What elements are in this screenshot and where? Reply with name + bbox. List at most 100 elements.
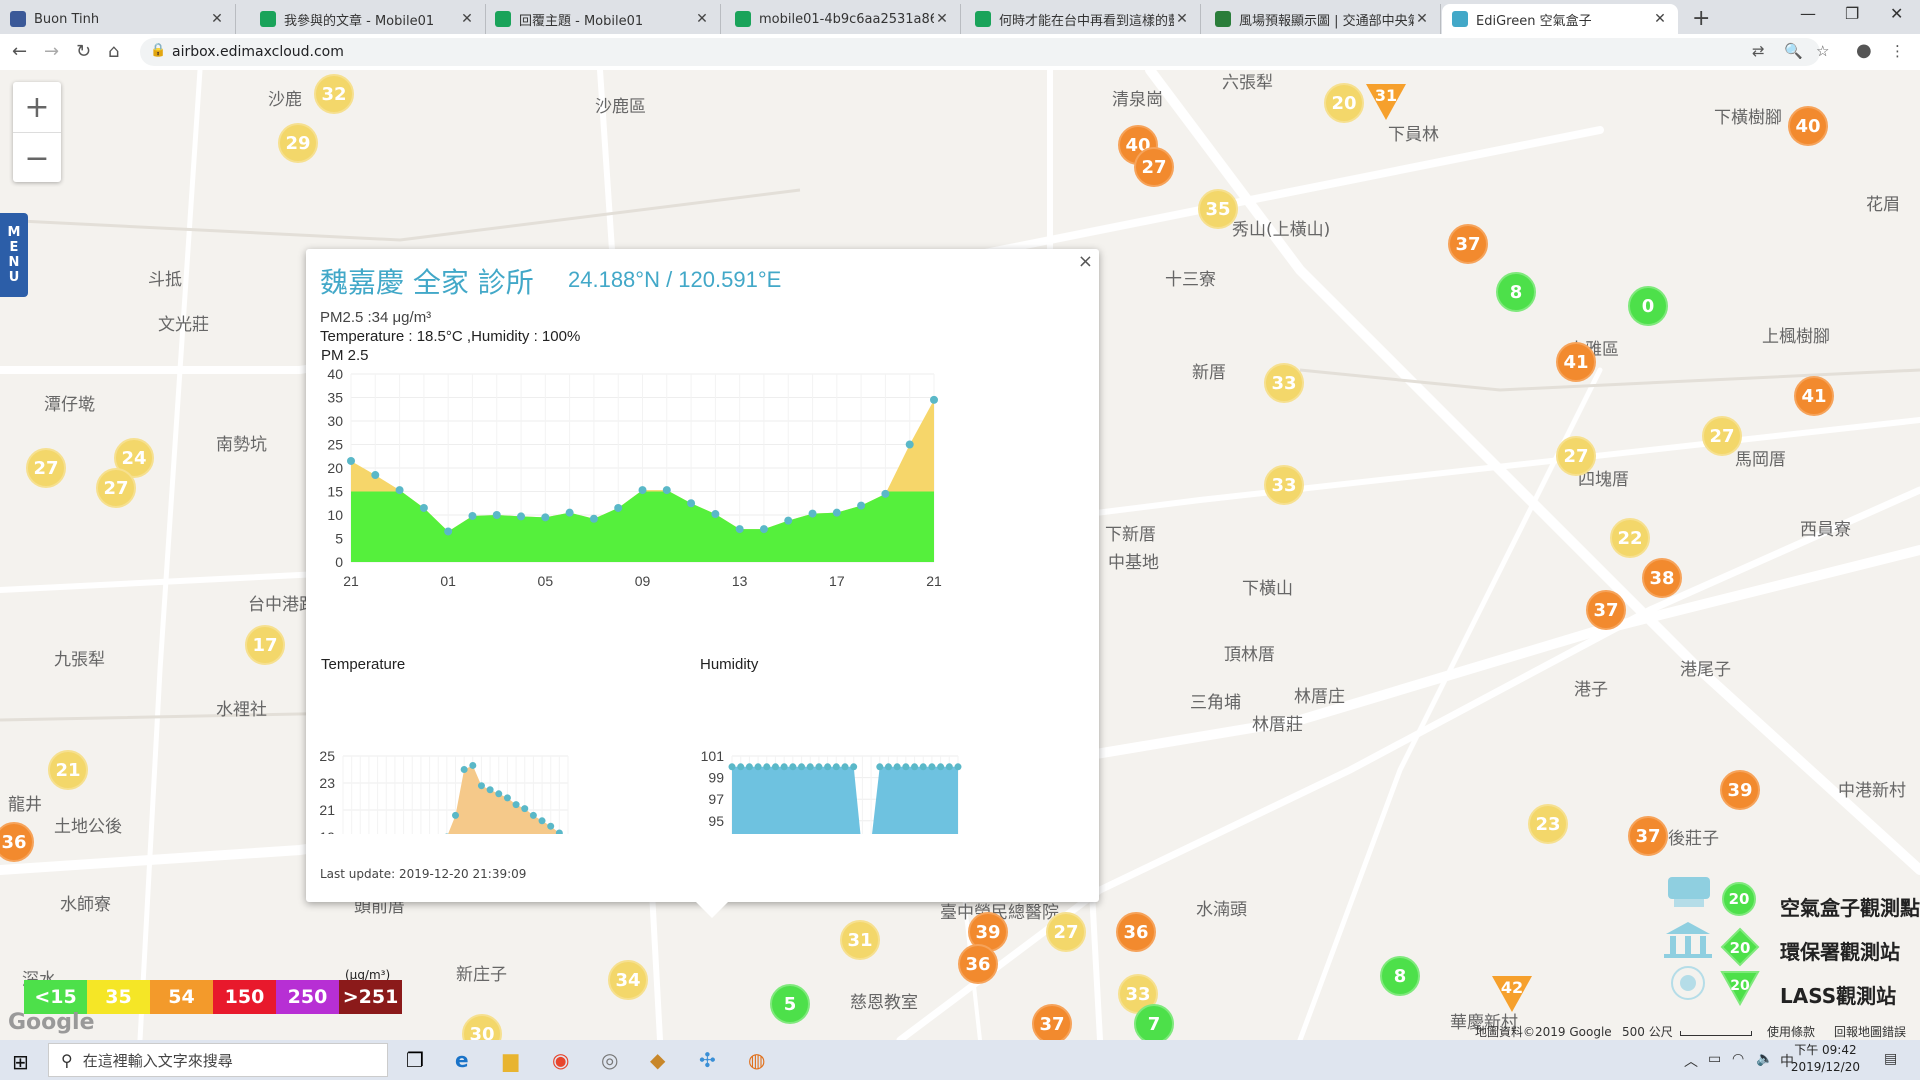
airbox-marker[interactable]: 23 xyxy=(1528,804,1568,844)
menu-tab[interactable]: M E N U xyxy=(0,213,28,297)
file-explorer-icon[interactable]: ▆ xyxy=(503,1048,518,1072)
data-point[interactable] xyxy=(517,512,526,521)
airbox-marker[interactable]: 27 xyxy=(1556,436,1596,476)
airbox-marker[interactable]: 8 xyxy=(1496,272,1536,312)
home-icon[interactable]: ⌂ xyxy=(108,41,119,62)
close-tab-icon[interactable]: ✕ xyxy=(459,11,475,27)
airbox-marker[interactable]: 32 xyxy=(314,74,354,114)
minimize-icon[interactable]: — xyxy=(1800,4,1816,23)
edge-icon[interactable]: e xyxy=(455,1048,469,1072)
data-point[interactable] xyxy=(905,440,914,449)
data-point[interactable] xyxy=(780,763,788,771)
airbox-marker[interactable]: 34 xyxy=(608,960,648,1000)
data-point[interactable] xyxy=(919,763,927,771)
lass-marker[interactable]: 42 xyxy=(1492,976,1532,1012)
data-point[interactable] xyxy=(815,763,823,771)
taskbar-search[interactable]: ⚲ 在這裡輸入文字來搜尋 xyxy=(48,1043,388,1077)
notifications-icon[interactable]: ▤ xyxy=(1884,1051,1897,1067)
translate-icon[interactable]: ⇄ xyxy=(1752,42,1765,60)
data-point[interactable] xyxy=(538,817,546,825)
close-tab-icon[interactable]: ✕ xyxy=(694,11,710,27)
zoom-in-button[interactable]: + xyxy=(13,82,61,133)
close-tab-icon[interactable]: ✕ xyxy=(934,11,950,27)
data-point[interactable] xyxy=(911,763,919,771)
data-point[interactable] xyxy=(824,763,832,771)
forward-icon[interactable]: → xyxy=(44,41,59,62)
data-point[interactable] xyxy=(945,763,953,771)
airbox-marker[interactable]: 33 xyxy=(1264,465,1304,505)
lass-marker[interactable]: 31 xyxy=(1366,84,1406,120)
close-tab-icon[interactable]: ✕ xyxy=(209,11,225,27)
reload-icon[interactable]: ↻ xyxy=(76,41,91,62)
airbox-marker[interactable]: 41 xyxy=(1556,342,1596,382)
url-text[interactable]: airbox.edimaxcloud.com xyxy=(172,44,344,60)
data-point[interactable] xyxy=(419,503,428,512)
app-icon[interactable]: ✣ xyxy=(699,1048,716,1072)
map-canvas[interactable]: 沙鹿區 沙鹿 清泉崗 六張犁 下員林 下橫樹腳 花眉 秀山(上橫山) 十三寮 斗抵 文光莊 大雅區 上楓… xyxy=(0,70,1920,1040)
data-point[interactable] xyxy=(371,471,380,480)
data-point[interactable] xyxy=(798,763,806,771)
tray-chevron-icon[interactable]: ︿ xyxy=(1684,1051,1698,1071)
data-point[interactable] xyxy=(937,763,945,771)
close-window-icon[interactable]: ✕ xyxy=(1890,4,1903,23)
profile-icon[interactable]: ● xyxy=(1856,40,1872,61)
data-point[interactable] xyxy=(832,763,840,771)
airbox-marker[interactable]: 5 xyxy=(770,984,810,1024)
browser-tab[interactable]: EdiGreen 空氣盒子 ✕ xyxy=(1442,4,1678,34)
airbox-marker[interactable]: 17 xyxy=(245,625,285,665)
data-point[interactable] xyxy=(930,395,938,404)
data-point[interactable] xyxy=(884,763,892,771)
data-point[interactable] xyxy=(850,763,858,771)
terms-link[interactable]: 使用條款 xyxy=(1767,1023,1815,1040)
data-point[interactable] xyxy=(857,501,866,510)
data-point[interactable] xyxy=(954,763,962,771)
data-point[interactable] xyxy=(529,811,537,819)
data-point[interactable] xyxy=(735,525,744,534)
airbox-marker[interactable]: 35 xyxy=(1198,189,1238,229)
data-point[interactable] xyxy=(771,763,779,771)
airbox-marker[interactable]: 40 xyxy=(1788,106,1828,146)
data-point[interactable] xyxy=(347,456,355,465)
airbox-marker[interactable]: 33 xyxy=(1264,363,1304,403)
airbox-marker[interactable]: 27 xyxy=(1134,147,1174,187)
volume-icon[interactable]: 🔈 xyxy=(1756,1051,1773,1067)
data-point[interactable] xyxy=(614,503,623,512)
windows-start-icon[interactable]: ⊞ xyxy=(12,1050,29,1074)
data-point[interactable] xyxy=(754,763,762,771)
data-point[interactable] xyxy=(469,761,477,769)
chrome-icon[interactable]: ◉ xyxy=(552,1048,569,1072)
airbox-marker[interactable]: 27 xyxy=(1046,912,1086,952)
data-point[interactable] xyxy=(928,763,936,771)
maximize-icon[interactable]: ❐ xyxy=(1845,4,1859,23)
airbox-marker[interactable]: 37 xyxy=(1032,1004,1072,1040)
data-point[interactable] xyxy=(468,511,477,520)
browser-tab[interactable]: 回覆主題 - Mobile01 ✕ xyxy=(485,4,721,34)
data-point[interactable] xyxy=(876,763,884,771)
back-icon[interactable]: ← xyxy=(12,41,27,62)
data-point[interactable] xyxy=(638,486,647,495)
data-point[interactable] xyxy=(492,511,501,519)
airbox-marker[interactable]: 36 xyxy=(958,944,998,984)
data-point[interactable] xyxy=(789,763,797,771)
data-point[interactable] xyxy=(460,766,468,773)
data-point[interactable] xyxy=(452,811,459,819)
app-icon[interactable]: ◎ xyxy=(601,1048,618,1072)
airbox-marker[interactable]: 31 xyxy=(840,920,880,960)
zoom-out-button[interactable]: − xyxy=(13,133,61,183)
data-point[interactable] xyxy=(902,763,910,771)
data-point[interactable] xyxy=(759,525,768,534)
airbox-marker[interactable]: 38 xyxy=(1642,558,1682,598)
airbox-marker[interactable]: 7 xyxy=(1134,1004,1174,1040)
data-point[interactable] xyxy=(477,782,485,790)
clock[interactable]: 下午 09:42 2019/12/20 xyxy=(1791,1042,1860,1076)
browser-tab[interactable]: 何時才能在台中再看到這樣的藍天✕ xyxy=(965,4,1201,34)
airbox-marker[interactable]: 0 xyxy=(1628,286,1668,326)
task-view-icon[interactable]: ❐ xyxy=(406,1048,424,1072)
battery-icon[interactable]: ▭ xyxy=(1708,1051,1721,1067)
data-point[interactable] xyxy=(486,786,494,794)
airbox-marker[interactable]: 20 xyxy=(1324,83,1364,123)
data-point[interactable] xyxy=(893,763,901,771)
app-icon[interactable]: ◆ xyxy=(650,1048,665,1072)
data-point[interactable] xyxy=(763,763,771,771)
close-tab-icon[interactable]: ✕ xyxy=(1174,11,1190,27)
